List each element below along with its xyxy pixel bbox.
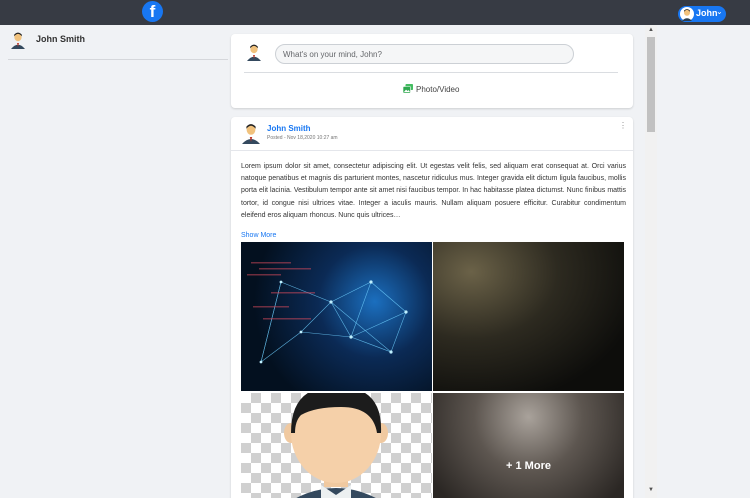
- more-options-icon[interactable]: ⋮: [619, 122, 627, 130]
- scroll-thumb[interactable]: [647, 37, 655, 132]
- show-more-link[interactable]: Show More: [241, 232, 276, 239]
- more-images-label: + 1 More: [506, 460, 551, 472]
- account-menu-button[interactable]: John ⌄: [678, 6, 726, 22]
- gallery-image-blurred[interactable]: [433, 242, 624, 391]
- page-scrollbar[interactable]: ▲ ▼: [645, 25, 657, 498]
- avatar-illustration: [284, 393, 388, 498]
- scroll-down-arrow-icon[interactable]: ▼: [648, 487, 654, 493]
- post-composer-card: What's on your mind, John? Photo/Video: [231, 34, 633, 108]
- composer-divider: [244, 72, 618, 73]
- chevron-down-icon: ⌄: [716, 7, 723, 16]
- post-image-gallery: + 1 More: [241, 242, 624, 498]
- post-card: John Smith Posted - Nov 18,2020 10:27 am…: [231, 117, 633, 498]
- network-illustration: [247, 262, 408, 364]
- sidebar-profile-link[interactable]: John Smith: [10, 31, 210, 49]
- facebook-logo[interactable]: f: [142, 1, 163, 22]
- sidebar-user-name: John Smith: [36, 34, 85, 44]
- facebook-logo-letter: f: [149, 2, 156, 21]
- post-author[interactable]: John Smith: [267, 124, 311, 133]
- status-input[interactable]: What's on your mind, John?: [275, 44, 574, 64]
- gallery-image-more[interactable]: + 1 More: [433, 393, 624, 498]
- avatar: [11, 32, 25, 49]
- photo-icon: [403, 84, 413, 93]
- post-header-divider: [231, 150, 633, 151]
- photo-video-label: Photo/Video: [416, 85, 460, 94]
- avatar-icon: [680, 7, 694, 21]
- scroll-up-arrow-icon[interactable]: ▲: [648, 27, 654, 33]
- post-body-text: Lorem ipsum dolor sit amet, consectetur …: [241, 163, 626, 219]
- sidebar-divider: [8, 59, 228, 60]
- post-timestamp: Posted - Nov 18,2020 10:27 am: [267, 135, 338, 141]
- gallery-image-network[interactable]: [241, 242, 432, 391]
- photo-video-button[interactable]: Photo/Video: [403, 84, 463, 96]
- gallery-image-avatar[interactable]: [241, 393, 432, 498]
- avatar: [242, 124, 260, 144]
- account-name: John: [696, 8, 718, 18]
- top-navbar: f John ⌄: [0, 0, 750, 25]
- avatar: [247, 44, 261, 61]
